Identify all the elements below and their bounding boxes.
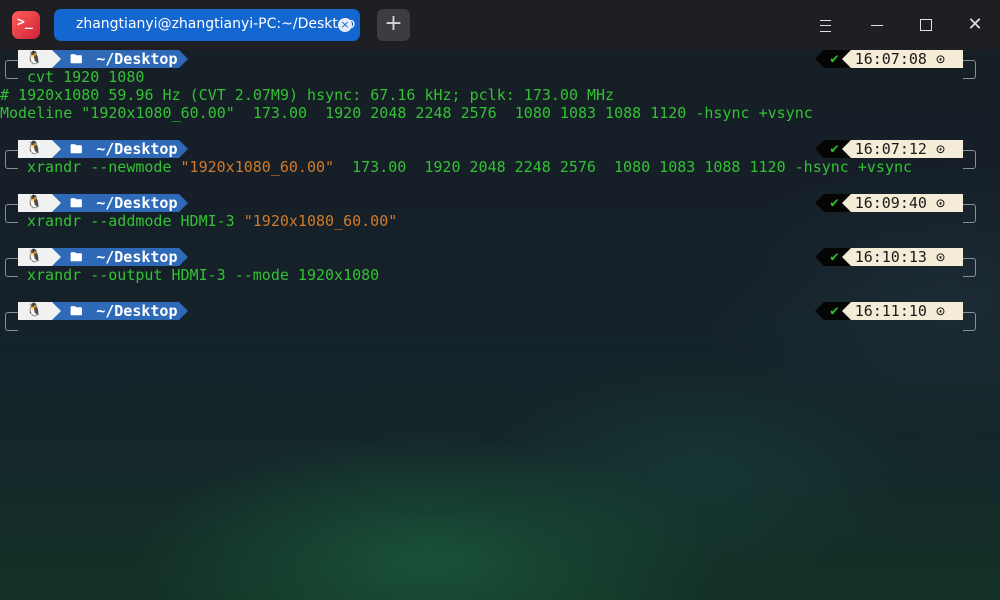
success-check-icon: ✔ [824,302,852,320]
success-check-icon: ✔ [824,194,852,212]
command-string: "1920x1080_60.00" [180,158,335,176]
prompt-time: 16:11:10 ⊙ [850,302,963,320]
maximize-icon[interactable] [915,14,937,36]
tab-label: zhangtianyi@zhangtianyi-PC:~/Desktop [76,16,356,32]
prompt-right: ✔ 16:09:40 ⊙ [815,194,963,212]
clock-icon: ⊙ [935,140,945,158]
current-dir: ~/Desktop [96,194,178,212]
prompt-right: ✔ 16:11:10 ⊙ [815,302,963,320]
prompt-bracket-left [5,150,18,169]
dir-segment: 🖿 ~/Desktop [52,194,180,212]
time-text: 16:07:12 [854,140,927,158]
segment-arrow [179,248,189,266]
folder-icon: 🖿 [70,196,83,210]
minimize-icon[interactable] [866,14,888,36]
prompt-right: ✔ 16:07:12 ⊙ [815,140,963,158]
segment-arrow-left [815,302,825,320]
prompt-time: 16:07:12 ⊙ [850,140,963,158]
segment-arrow [179,194,189,212]
prompt-bracket-left [5,258,18,277]
prompt-left: 🐧 🖿 ~/Desktop [18,248,189,266]
success-check-icon: ✔ [824,248,852,266]
current-dir: ~/Desktop [96,50,178,68]
command-line: xrandr --output HDMI-3 --mode 1920x1080 [27,266,380,284]
segment-arrow-left [815,140,825,158]
prompt-bracket-left [5,60,18,79]
prompt-bracket-right [963,204,976,223]
linux-icon: 🐧 [18,194,53,212]
command-text: xrandr --addmode HDMI-3 [27,212,244,230]
prompt-time: 16:10:13 ⊙ [850,248,963,266]
prompt-bracket-right [963,150,976,169]
segment-arrow [179,50,189,68]
clock-icon: ⊙ [935,194,945,212]
segment-arrow-left [815,248,825,266]
tab-terminal[interactable]: zhangtianyi@zhangtianyi-PC:~/Desktop × [54,9,360,41]
command-text: 173.00 1920 2048 2248 2576 1080 1083 108… [334,158,913,176]
prompt-right: ✔ 16:10:13 ⊙ [815,248,963,266]
success-check-icon: ✔ [824,140,852,158]
command-line: xrandr --newmode "1920x1080_60.00" 173.0… [27,158,912,176]
output-line: # 1920x1080 59.96 Hz (CVT 2.07M9) hsync:… [0,86,615,104]
command-line: xrandr --addmode HDMI-3 "1920x1080_60.00… [27,212,397,230]
segment-arrow-left [815,194,825,212]
linux-icon: 🐧 [18,302,53,320]
terminal-app-icon: >_ [12,11,40,39]
linux-icon: 🐧 [18,50,53,68]
prompt-left: 🐧 🖿 ~/Desktop [18,140,189,158]
command-text: xrandr --newmode [27,158,181,176]
segment-arrow-left [815,50,825,68]
segment-arrow [179,302,189,320]
clock-icon: ⊙ [935,248,945,266]
folder-icon: 🖿 [70,250,83,264]
folder-icon: 🖿 [70,304,83,318]
title-bar: >_ zhangtianyi@zhangtianyi-PC:~/Desktop … [0,0,1000,50]
command-string: "1920x1080_60.00" [243,212,398,230]
prompt-left: 🐧 🖿 ~/Desktop [18,194,189,212]
current-dir: ~/Desktop [96,140,178,158]
folder-icon: 🖿 [70,142,83,156]
prompt-bracket-right [963,258,976,277]
linux-icon: 🐧 [18,140,53,158]
time-text: 16:11:10 [854,302,927,320]
command-line: cvt 1920 1080 [27,68,145,86]
prompt-bracket-right [963,60,976,79]
menu-icon[interactable] [815,14,837,36]
time-text: 16:10:13 [854,248,927,266]
clock-icon: ⊙ [935,302,945,320]
tab-close-icon[interactable]: × [338,18,352,32]
close-icon[interactable]: ✕ [964,14,986,36]
dir-segment: 🖿 ~/Desktop [52,50,180,68]
time-text: 16:09:40 [854,194,927,212]
prompt-time: 16:09:40 ⊙ [850,194,963,212]
current-dir: ~/Desktop [96,248,178,266]
dir-segment: 🖿 ~/Desktop [52,248,180,266]
current-dir: ~/Desktop [96,302,178,320]
prompt-bracket-left [5,204,18,223]
folder-icon: 🖿 [70,52,83,66]
linux-icon: 🐧 [18,248,53,266]
add-tab-button[interactable]: + [377,9,410,41]
prompt-right: ✔ 16:07:08 ⊙ [815,50,963,68]
prompt-time: 16:07:08 ⊙ [850,50,963,68]
clock-icon: ⊙ [935,50,945,68]
output-line: Modeline "1920x1080_60.00" 173.00 1920 2… [0,104,813,122]
time-text: 16:07:08 [854,50,927,68]
terminal-area[interactable]: 🐧 🖿 ~/Desktop ✔ 16:07:08 ⊙ cvt 1920 1080… [0,50,1000,600]
prompt-bracket-right [963,312,976,331]
dir-segment: 🖿 ~/Desktop [52,302,180,320]
prompt-bracket-left [5,312,18,331]
dir-segment: 🖿 ~/Desktop [52,140,180,158]
segment-arrow [179,140,189,158]
prompt-left: 🐧 🖿 ~/Desktop [18,50,189,68]
prompt-left: 🐧 🖿 ~/Desktop [18,302,189,320]
success-check-icon: ✔ [824,50,852,68]
